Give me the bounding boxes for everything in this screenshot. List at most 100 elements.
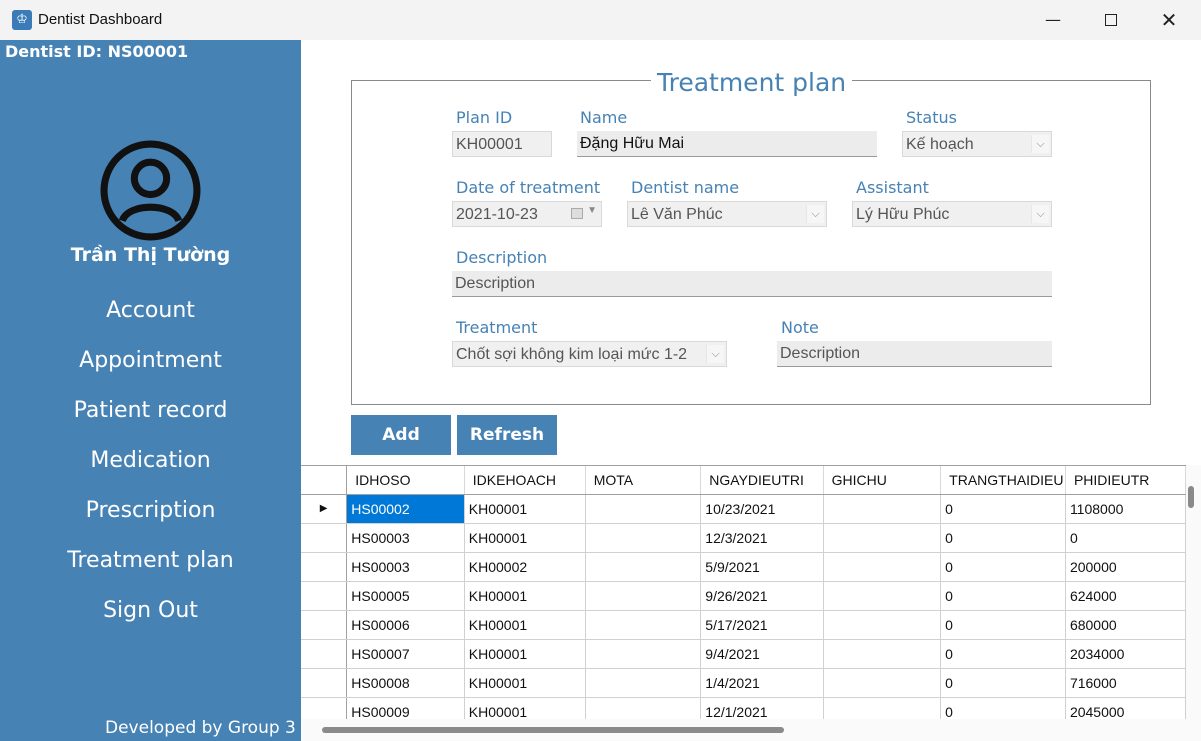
table-cell[interactable] — [585, 610, 702, 640]
table-cell[interactable]: 9/4/2021 — [700, 639, 824, 669]
nav-prescription[interactable]: Prescription — [0, 498, 301, 523]
table-cell[interactable]: KH00002 — [464, 552, 586, 582]
table-cell[interactable]: 10/23/2021 — [700, 494, 824, 524]
table-cell[interactable] — [585, 668, 702, 698]
table-row[interactable]: HS00006 KH00001 5/17/2021 0 680000 — [301, 610, 1186, 640]
maximize-button[interactable] — [1082, 0, 1140, 40]
note-field[interactable]: Description — [777, 341, 1052, 367]
horizontal-scroll-thumb[interactable] — [322, 727, 784, 733]
table-row[interactable]: ▶ HS00002 KH00001 10/23/2021 0 1108000 — [301, 494, 1186, 524]
table-cell[interactable]: 0 — [940, 610, 1066, 640]
row-header[interactable] — [301, 697, 348, 719]
table-cell[interactable]: HS00005 — [346, 581, 465, 611]
add-button[interactable]: Add — [351, 415, 451, 455]
vertical-scroll-thumb[interactable] — [1188, 486, 1194, 508]
row-header[interactable] — [301, 581, 348, 611]
table-cell[interactable]: 0 — [1065, 523, 1186, 553]
table-cell[interactable]: 1108000 — [1065, 494, 1186, 524]
table-cell[interactable]: 5/9/2021 — [700, 552, 824, 582]
table-cell[interactable] — [585, 523, 702, 553]
table-cell[interactable]: 0 — [940, 581, 1066, 611]
table-cell[interactable] — [823, 581, 942, 611]
table-cell[interactable]: KH00001 — [464, 581, 586, 611]
table-cell[interactable]: KH00001 — [464, 668, 586, 698]
table-cell[interactable]: 624000 — [1065, 581, 1186, 611]
table-cell[interactable]: HS00003 — [346, 523, 465, 553]
table-cell[interactable]: KH00001 — [464, 523, 586, 553]
refresh-button[interactable]: Refresh — [457, 415, 557, 455]
nav-treatment-plan[interactable]: Treatment plan — [0, 548, 301, 573]
column-header[interactable]: NGAYDIEUTRI — [700, 466, 824, 495]
table-cell[interactable]: 9/26/2021 — [700, 581, 824, 611]
table-cell[interactable]: 200000 — [1065, 552, 1186, 582]
treatment-dropdown[interactable]: Chốt sợi không kim loại mức 1-2 ⌵ — [452, 341, 727, 367]
plan-id-field[interactable]: KH00001 — [452, 131, 552, 157]
table-cell[interactable] — [585, 494, 702, 524]
table-row[interactable]: HS00003 KH00002 5/9/2021 0 200000 — [301, 552, 1186, 582]
table-row[interactable]: HS00009 KH00001 12/1/2021 0 2045000 — [301, 697, 1186, 719]
table-cell[interactable]: 5/17/2021 — [700, 610, 824, 640]
row-header[interactable] — [301, 639, 348, 669]
table-cell[interactable]: HS00008 — [346, 668, 465, 698]
table-cell[interactable]: 2034000 — [1065, 639, 1186, 669]
table-cell[interactable]: HS00003 — [346, 552, 465, 582]
table-row[interactable]: HS00007 KH00001 9/4/2021 0 2034000 — [301, 639, 1186, 669]
current-row-arrow-icon[interactable]: ▶ — [301, 494, 348, 524]
table-cell[interactable] — [823, 697, 942, 719]
date-picker[interactable]: 2021-10-23 ▼ — [452, 201, 602, 227]
assistant-dropdown[interactable]: Lý Hữu Phúc ⌵ — [852, 201, 1052, 227]
table-cell[interactable] — [585, 639, 702, 669]
dentist-name-dropdown[interactable]: Lê Văn Phúc ⌵ — [627, 201, 827, 227]
nav-medication[interactable]: Medication — [0, 448, 301, 473]
table-cell[interactable] — [585, 552, 702, 582]
table-cell[interactable] — [823, 523, 942, 553]
nav-patient-record[interactable]: Patient record — [0, 398, 301, 423]
column-header[interactable]: IDKEHOACH — [464, 466, 586, 495]
table-cell[interactable] — [823, 494, 942, 524]
nav-appointment[interactable]: Appointment — [0, 348, 301, 373]
table-row[interactable]: HS00005 KH00001 9/26/2021 0 624000 — [301, 581, 1186, 611]
table-cell[interactable]: 0 — [940, 668, 1066, 698]
column-header[interactable]: MOTA — [585, 466, 702, 495]
description-field[interactable]: Description — [452, 271, 1052, 297]
status-dropdown[interactable]: Kế hoạch ⌵ — [902, 131, 1052, 157]
column-header[interactable]: TRANGTHAIDIEU — [940, 466, 1066, 495]
column-header[interactable]: GHICHU — [823, 466, 942, 495]
table-cell[interactable]: 12/3/2021 — [700, 523, 824, 553]
table-cell[interactable]: HS00009 — [346, 697, 465, 719]
table-row[interactable]: HS00003 KH00001 12/3/2021 0 0 — [301, 523, 1186, 553]
row-header[interactable] — [301, 552, 348, 582]
row-header[interactable] — [301, 523, 348, 553]
minimize-button[interactable]: — — [1024, 0, 1082, 40]
table-cell[interactable]: 1/4/2021 — [700, 668, 824, 698]
nav-sign-out[interactable]: Sign Out — [0, 598, 301, 623]
table-cell[interactable] — [823, 552, 942, 582]
table-cell[interactable]: HS00006 — [346, 610, 465, 640]
table-cell[interactable]: 680000 — [1065, 610, 1186, 640]
row-header[interactable] — [301, 610, 348, 640]
table-cell[interactable]: 0 — [940, 697, 1066, 719]
table-cell[interactable]: 716000 — [1065, 668, 1186, 698]
table-cell[interactable]: KH00001 — [464, 697, 586, 719]
table-cell[interactable]: KH00001 — [464, 610, 586, 640]
close-button[interactable]: ✕ — [1140, 0, 1198, 40]
table-cell[interactable] — [823, 639, 942, 669]
table-cell[interactable]: KH00001 — [464, 639, 586, 669]
table-cell[interactable]: 0 — [940, 639, 1066, 669]
table-cell[interactable]: HS00007 — [346, 639, 465, 669]
table-cell[interactable]: HS00002 — [346, 494, 465, 524]
table-cell[interactable] — [823, 668, 942, 698]
table-cell[interactable] — [823, 610, 942, 640]
table-cell[interactable] — [585, 581, 702, 611]
table-cell[interactable]: 0 — [940, 523, 1066, 553]
row-header[interactable] — [301, 668, 348, 698]
column-header[interactable]: PHIDIEUTR — [1065, 466, 1186, 495]
column-header[interactable]: IDHOSO — [346, 466, 465, 495]
table-cell[interactable]: 12/1/2021 — [700, 697, 824, 719]
table-cell[interactable]: 2045000 — [1065, 697, 1186, 719]
table-row[interactable]: HS00008 KH00001 1/4/2021 0 716000 — [301, 668, 1186, 698]
table-cell[interactable]: 0 — [940, 552, 1066, 582]
table-cell[interactable] — [585, 697, 702, 719]
name-field[interactable]: Đặng Hữu Mai — [577, 131, 877, 157]
nav-account[interactable]: Account — [0, 298, 301, 323]
